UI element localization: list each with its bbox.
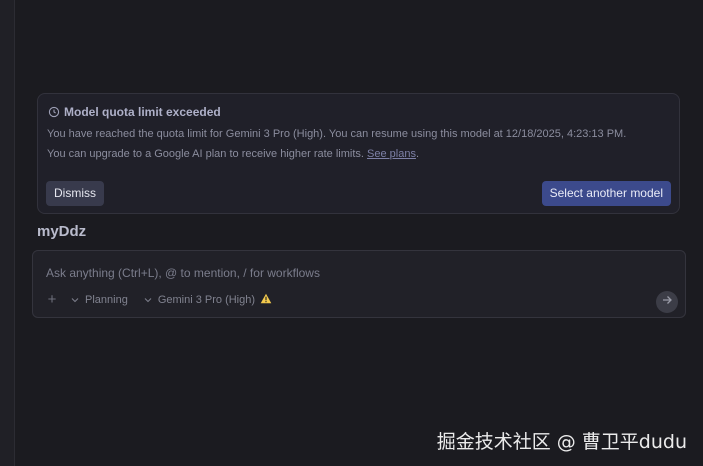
quota-message: You have reached the quota limit for Gem… (47, 124, 677, 164)
arrow-right-icon (661, 293, 673, 311)
clock-icon (48, 106, 60, 118)
left-rail (0, 0, 15, 466)
chat-input[interactable]: Ask anything (Ctrl+L), @ to mention, / f… (46, 266, 320, 280)
app-window: Model quota limit exceeded You have reac… (0, 0, 703, 466)
quota-title-row: Model quota limit exceeded (48, 105, 221, 119)
chevron-down-icon (71, 295, 79, 305)
quota-title: Model quota limit exceeded (64, 105, 221, 119)
model-dropdown[interactable]: Gemini 3 Pro (High) (144, 293, 272, 307)
add-context-icon[interactable]: + (45, 292, 59, 307)
quota-message-period: . (415, 148, 420, 160)
select-another-model-button[interactable]: Select another model (541, 181, 671, 206)
workspace-name: myDdz (37, 223, 87, 240)
mode-label: Planning (85, 294, 128, 306)
quota-message-line2: You can upgrade to a Google AI plan to r… (47, 144, 677, 164)
dismiss-button[interactable]: Dismiss (46, 181, 104, 206)
quota-message-line1: You have reached the quota limit for Gem… (47, 128, 627, 140)
watermark: 掘金技术社区 @ 曹卫平dudu (436, 431, 687, 453)
see-plans-link[interactable]: See plans (367, 148, 416, 160)
chat-input-box: Ask anything (Ctrl+L), @ to mention, / f… (32, 250, 686, 318)
mode-dropdown[interactable]: Planning (71, 294, 128, 306)
warning-icon (260, 293, 272, 307)
chevron-down-icon (144, 295, 152, 305)
quota-message-line2-text: You can upgrade to a Google AI plan to r… (47, 148, 368, 160)
chat-toolbar: + Planning Gemini 3 Pro (High) (45, 292, 288, 307)
model-label: Gemini 3 Pro (High) (157, 294, 256, 306)
send-button[interactable] (656, 291, 678, 313)
quota-limit-card: Model quota limit exceeded You have reac… (37, 93, 680, 214)
